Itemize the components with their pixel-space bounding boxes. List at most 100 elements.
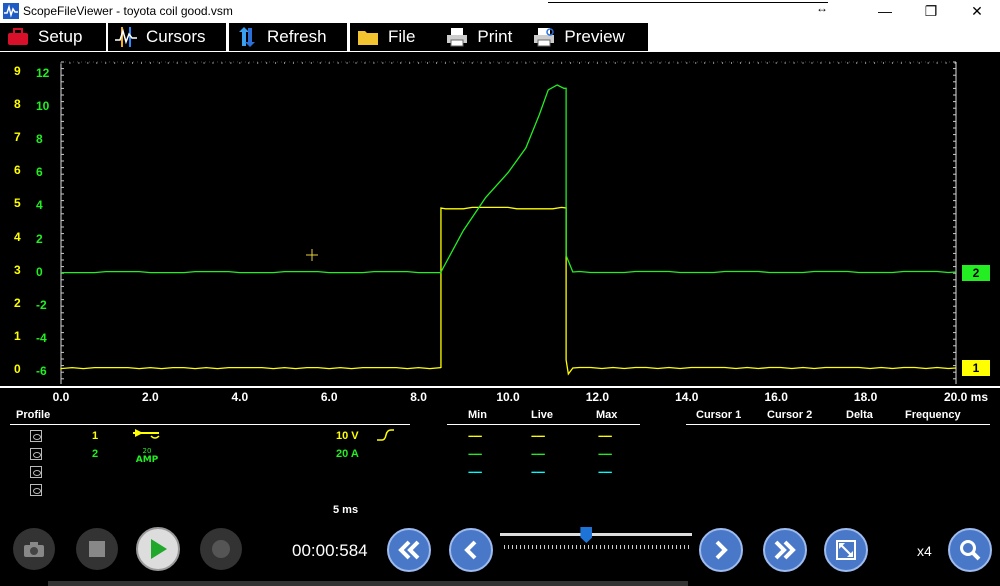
ch1-live-value: ----- — [531, 430, 545, 442]
time-tick-label: 4.0 — [231, 390, 249, 404]
cursor1-header: Cursor 1 — [696, 409, 742, 421]
maximize-button[interactable]: ❐ — [908, 0, 954, 22]
ch2-scale-tick: -6 — [36, 363, 47, 378]
resize-icon[interactable]: ↔ — [816, 1, 828, 15]
step-back-button[interactable] — [449, 528, 493, 572]
setup-label: Setup — [38, 27, 83, 46]
time-tick-label: 14.0 — [675, 390, 699, 404]
timebase-label: 5 ms — [333, 504, 359, 516]
playback-slider-thumb[interactable] — [580, 527, 593, 543]
ch1-scale-tick: 3 — [14, 262, 21, 277]
refresh-button[interactable]: Refresh — [229, 23, 347, 51]
file-print-preview-group: File Print Preview — [350, 23, 648, 51]
visibility-icon[interactable] — [30, 484, 42, 496]
ch2-scale-tick: 4 — [36, 198, 43, 213]
ch2-max-value: ----- — [598, 448, 612, 460]
channel1-number: 1 — [92, 430, 99, 442]
chevron-right-icon — [715, 540, 728, 560]
playback-slider-ticks — [504, 545, 690, 549]
play-icon — [151, 539, 167, 559]
step-forward-button[interactable] — [699, 528, 743, 572]
preview-button[interactable]: Preview — [564, 27, 624, 47]
ch2-scale-tick: 8 — [36, 132, 43, 147]
channel2-marker[interactable]: 2 — [962, 265, 990, 281]
ch1-max-value: ----- — [598, 430, 612, 442]
time-tick-label: 10.0 — [496, 390, 520, 404]
visibility-icon[interactable] — [30, 430, 42, 442]
ch2-scale-tick: 2 — [36, 231, 43, 246]
fast-forward-button[interactable] — [763, 528, 807, 572]
ch3-max-value: ----- — [598, 466, 612, 478]
title-divider — [548, 2, 828, 3]
cursor2-header: Cursor 2 — [767, 409, 813, 421]
scope-display[interactable]: 9876543210 12 10 8 6 4 2 0 -2 -4 -6 2 1 — [0, 52, 1000, 386]
camera-icon — [24, 542, 44, 557]
ch1-scale-tick: 1 — [14, 328, 21, 343]
refresh-label: Refresh — [267, 27, 327, 46]
time-tick-label: 6.0 — [320, 390, 338, 404]
file-menu[interactable]: File — [388, 27, 415, 47]
channel1-scale[interactable]: 10 V — [336, 430, 359, 442]
print-button[interactable]: Print — [477, 27, 512, 47]
ch1-scale-tick: 9 — [14, 64, 21, 78]
axis-separator — [0, 386, 1000, 388]
setup-button[interactable]: Setup — [0, 23, 106, 51]
profile-header: Profile — [16, 409, 51, 421]
app-icon — [3, 3, 19, 19]
time-tick-label: 8.0 — [410, 390, 427, 404]
channel1-marker[interactable]: 1 — [962, 360, 990, 376]
max-header: Max — [596, 409, 618, 421]
time-tick-label: 18.0 — [853, 390, 878, 404]
ch1-scale-tick: 5 — [14, 196, 21, 211]
visibility-icon[interactable] — [30, 448, 42, 460]
time-tick-label: 12.0 — [585, 390, 610, 404]
ch1-scale-tick: 0 — [14, 361, 21, 376]
playback-slider-track[interactable] — [500, 533, 692, 536]
ch1-scale-tick: 8 — [14, 97, 21, 112]
scope-file-viewer-window: ScopeFileViewer - toyota coil good.vsm ↔… — [0, 0, 1000, 586]
channel2-scale[interactable]: 20 A — [336, 448, 359, 460]
chevron-left-icon — [464, 540, 477, 560]
channel2-trace — [61, 84, 957, 274]
close-button[interactable]: ✕ — [954, 0, 1000, 22]
stop-button[interactable] — [76, 528, 118, 570]
zoom-button[interactable] — [948, 528, 992, 572]
record-button[interactable] — [200, 528, 242, 570]
folder-icon — [356, 26, 380, 48]
zoom-level: x4 — [917, 543, 932, 559]
horizontal-scrollbar[interactable] — [48, 581, 688, 586]
fit-screen-button[interactable] — [824, 528, 868, 572]
rewind-button[interactable] — [387, 528, 431, 572]
visibility-icon[interactable] — [30, 466, 42, 478]
trigger-slope-icon[interactable] — [375, 428, 395, 442]
ch1-scale-tick: 7 — [14, 130, 21, 145]
stop-icon — [89, 541, 105, 557]
channel1-trace — [60, 206, 957, 376]
svg-text:AMP: AMP — [136, 455, 159, 463]
toolbox-icon — [6, 26, 30, 48]
frequency-header: Frequency — [905, 409, 961, 421]
magnifier-icon — [960, 540, 981, 561]
cursors-button[interactable]: Cursors — [108, 23, 226, 51]
minimize-button[interactable]: — — [862, 0, 908, 22]
play-button[interactable] — [136, 527, 180, 571]
ch3-live-value: ----- — [531, 466, 545, 478]
profile-divider — [10, 424, 410, 425]
waveform-plot — [60, 61, 957, 384]
ch1-scale-tick: 4 — [14, 229, 21, 244]
time-tick-label: 16.0 — [764, 390, 788, 404]
double-chevron-left-icon — [398, 540, 420, 560]
print-preview-icon — [532, 26, 556, 48]
ch2-live-value: ----- — [531, 448, 545, 460]
cursors-icon — [114, 26, 138, 48]
ch2-scale-tick: -4 — [36, 330, 47, 345]
record-icon — [212, 540, 230, 558]
min-header: Min — [468, 409, 487, 421]
ch1-scale-tick: 2 — [14, 295, 21, 310]
snapshot-button[interactable] — [13, 528, 55, 570]
ch2-scale-tick: 6 — [36, 165, 43, 180]
time-tick-label: 20.0 ms — [943, 390, 989, 404]
ch2-min-value: ----- — [468, 448, 482, 460]
ch1-scale-tick: 6 — [14, 163, 21, 178]
fit-screen-icon — [836, 540, 856, 560]
